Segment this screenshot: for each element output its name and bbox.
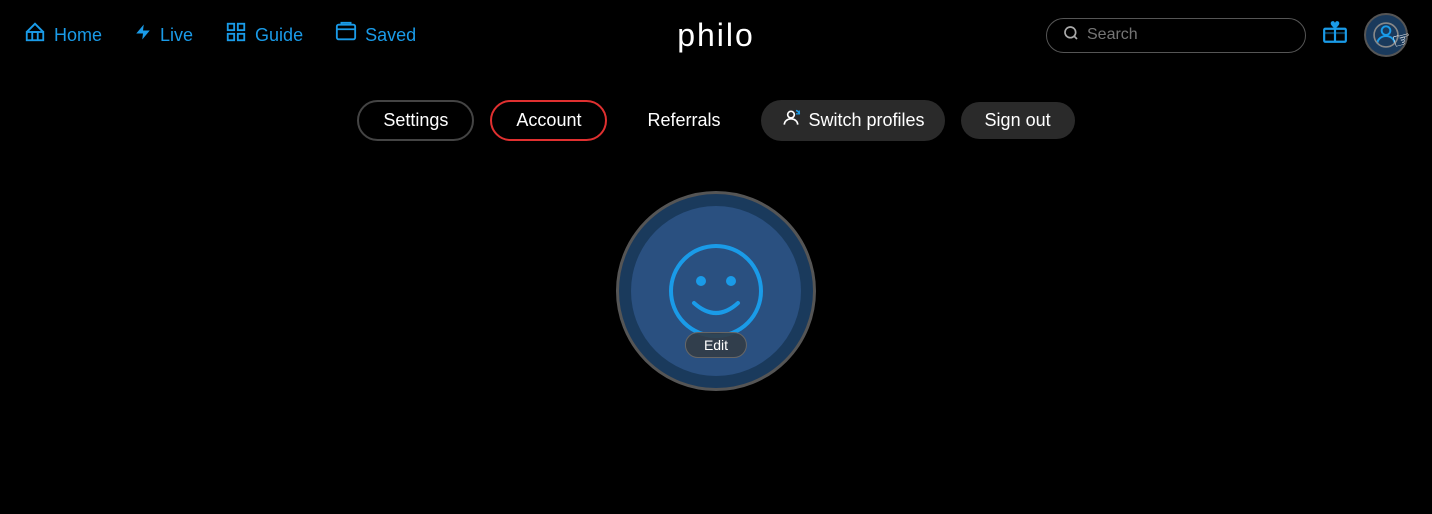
nav-guide-label: Guide [255, 25, 303, 46]
sub-nav: Settings Account Referrals Switch profil… [0, 80, 1432, 161]
nav-guide[interactable]: Guide [225, 21, 303, 49]
gift-icon[interactable] [1322, 19, 1348, 51]
switch-profiles-icon [781, 108, 801, 133]
settings-button[interactable]: Settings [357, 100, 474, 141]
nav-live-label: Live [160, 25, 193, 46]
guide-icon [225, 21, 247, 49]
switch-profiles-label: Switch profiles [809, 110, 925, 131]
sign-out-button[interactable]: Sign out [961, 102, 1075, 139]
edit-profile-button[interactable]: Edit [685, 332, 747, 358]
profile-area: Edit [0, 191, 1432, 391]
profile-circle-inner: Edit [631, 206, 801, 376]
live-icon [134, 21, 152, 49]
logo: philo [677, 17, 755, 54]
search-input[interactable] [1087, 26, 1289, 44]
nav-live[interactable]: Live [134, 21, 193, 49]
account-button[interactable]: Account [490, 100, 607, 141]
nav-left: Home Live Guide [24, 21, 416, 49]
navbar: Home Live Guide [0, 0, 1432, 70]
profile-circle-outer: Edit [616, 191, 816, 391]
search-icon [1063, 25, 1079, 46]
search-box[interactable] [1046, 18, 1306, 53]
nav-saved[interactable]: Saved [335, 21, 416, 49]
nav-home[interactable]: Home [24, 21, 102, 49]
nav-right: ☞ [1046, 13, 1408, 57]
avatar-icon [1373, 22, 1399, 48]
switch-profiles-button[interactable]: Switch profiles [761, 100, 945, 141]
smiley-face-icon [666, 241, 766, 341]
home-icon [24, 21, 46, 49]
referrals-button[interactable]: Referrals [623, 102, 744, 139]
nav-saved-label: Saved [365, 25, 416, 46]
nav-home-label: Home [54, 25, 102, 46]
saved-icon [335, 21, 357, 49]
avatar-button[interactable]: ☞ [1364, 13, 1408, 57]
